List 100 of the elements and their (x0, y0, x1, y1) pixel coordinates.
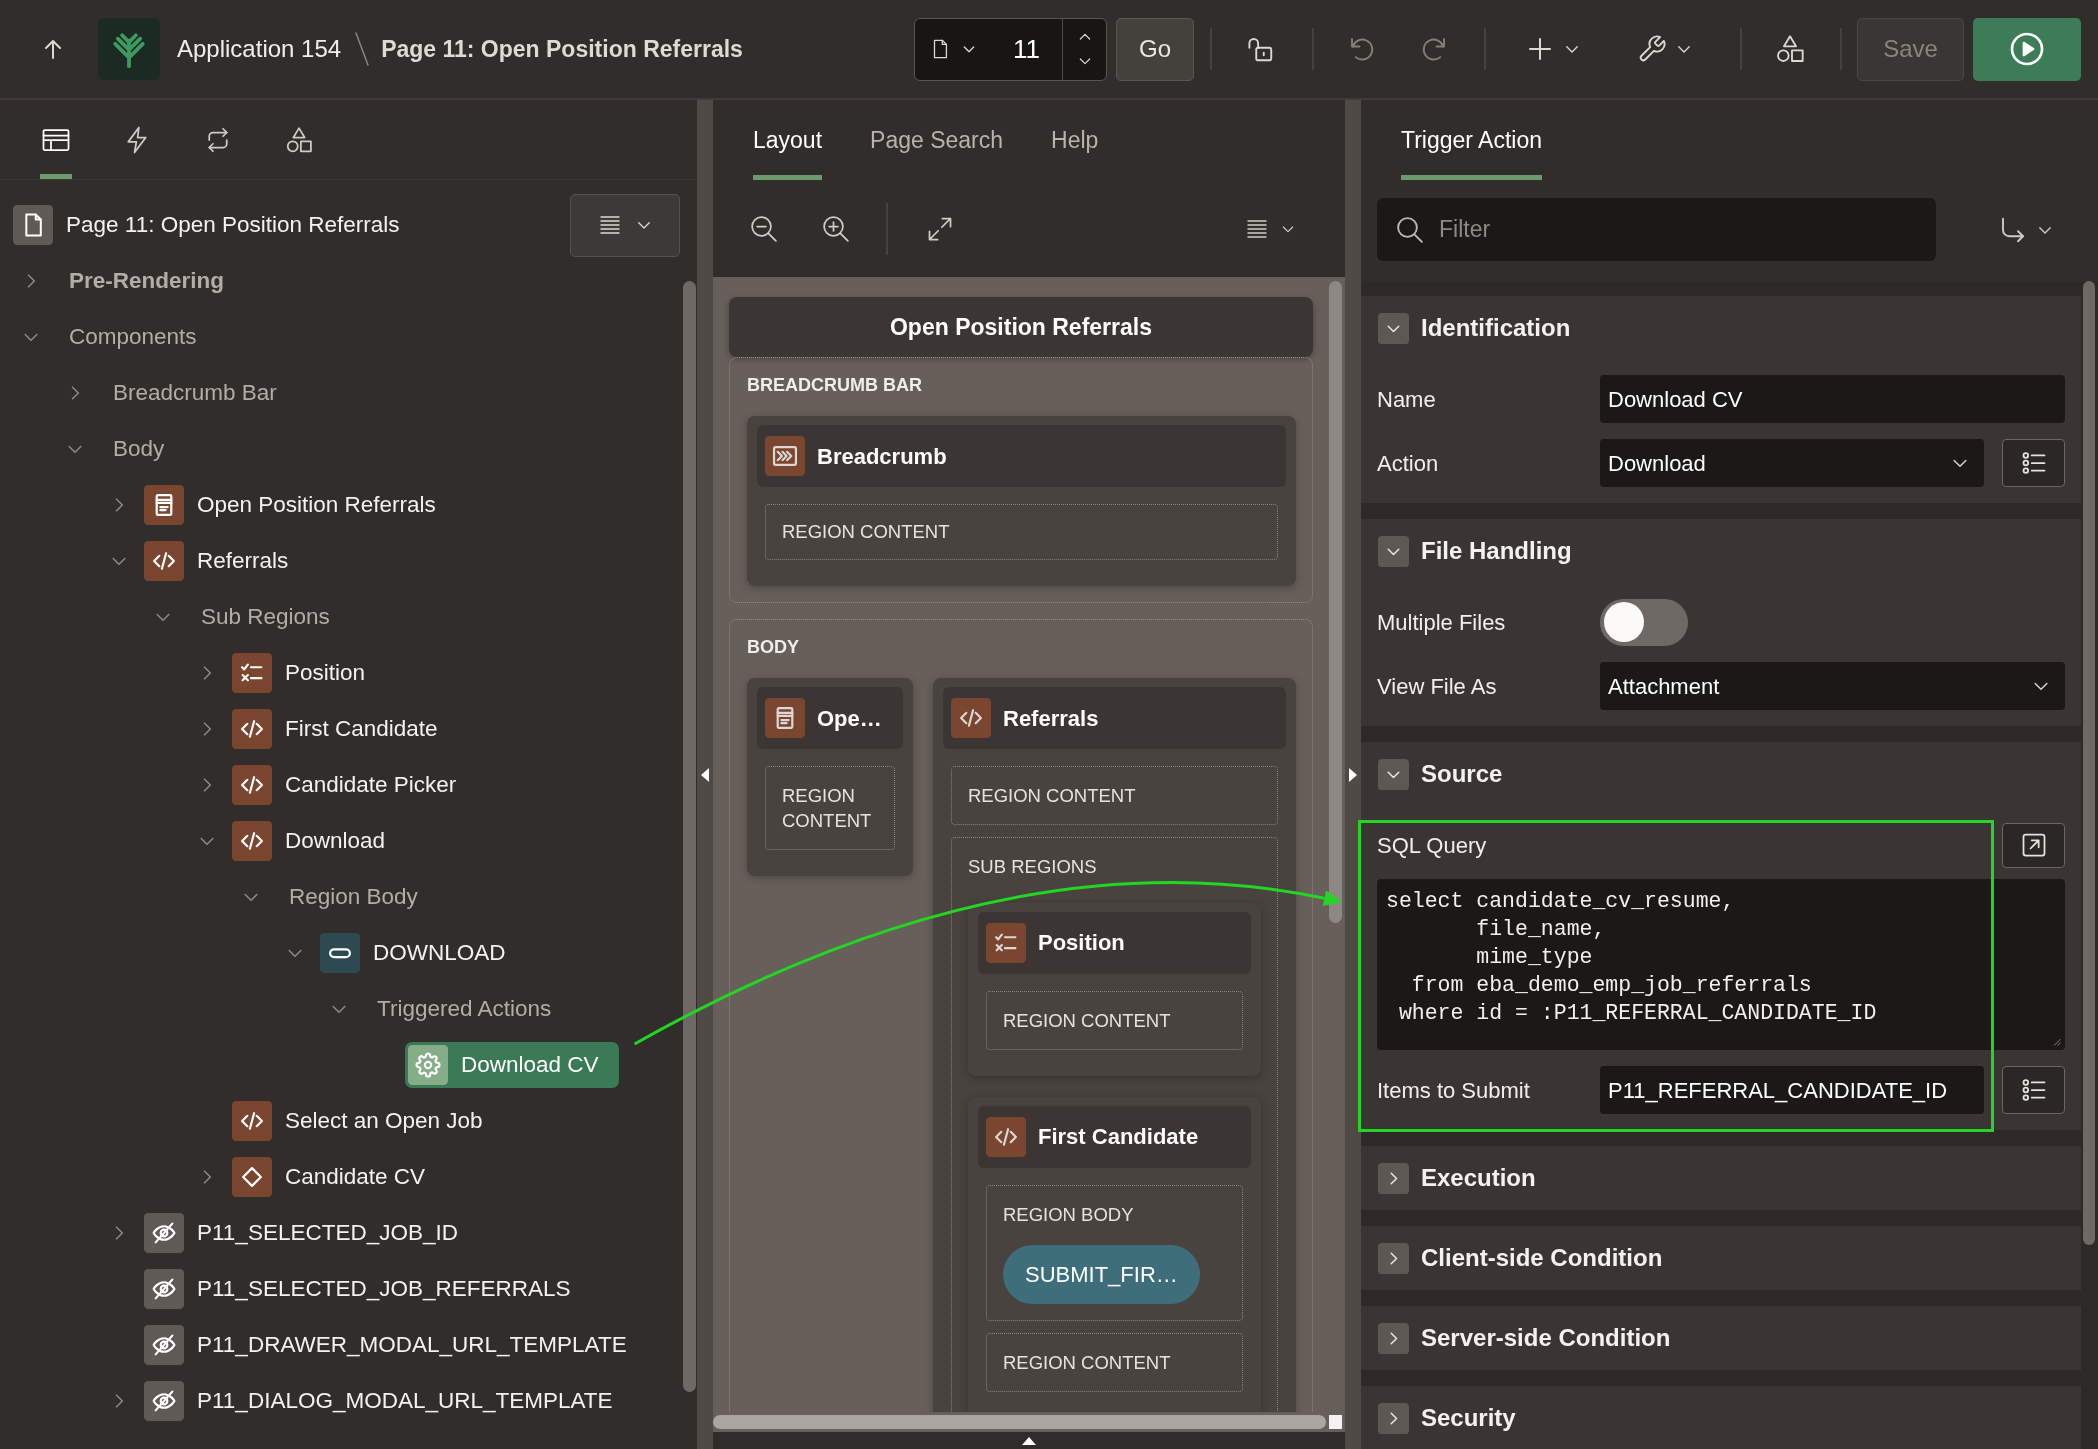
field-label: Name (1377, 385, 1437, 414)
code-icon (232, 709, 272, 749)
slot-label: REGION CONTENT (1003, 1351, 1172, 1375)
chevron-down-icon[interactable] (1378, 758, 1409, 790)
triangle-left-icon[interactable] (701, 767, 709, 782)
section-title: Source (1421, 759, 1503, 789)
gear-icon (408, 1045, 448, 1085)
position-label: BREADCRUMB BAR (747, 374, 923, 396)
app-name[interactable]: Application 154 (177, 31, 342, 67)
go-button[interactable]: Go (1116, 17, 1194, 81)
filter-field[interactable]: Filter (1377, 198, 1936, 261)
code-icon (232, 821, 272, 861)
scroll-corner (1329, 1415, 1342, 1429)
eye-slash-icon (144, 1325, 184, 1365)
dropdown-field[interactable]: Download (1600, 439, 1984, 487)
section-title: Server-side Condition (1421, 1323, 1671, 1353)
slot-label: REGION CONTENT (782, 521, 951, 543)
tree-item[interactable]: Pre-Rendering (66, 261, 245, 301)
logo-icon (98, 18, 160, 80)
tree-item[interactable]: Position (229, 650, 386, 696)
scrollbar-thumb[interactable] (1329, 281, 1342, 923)
scrollbar-thumb[interactable] (713, 1415, 1326, 1429)
tree-item[interactable]: Sub Regions (198, 597, 350, 637)
section-title: Client-side Condition (1421, 1243, 1663, 1273)
checklist-icon (986, 923, 1026, 963)
button-shape-icon (320, 933, 360, 973)
chevron-right-icon[interactable] (1378, 1322, 1409, 1354)
search-icon (1395, 214, 1425, 245)
tree-item[interactable]: Breadcrumb Bar (110, 373, 297, 413)
tree-item[interactable]: Candidate Picker (229, 762, 477, 808)
tree-item[interactable]: Open Position Referrals (141, 482, 456, 528)
tree-item[interactable]: Region Body (286, 877, 438, 917)
tree-item[interactable]: Select an Open Job (229, 1098, 503, 1144)
scrollbar-thumb[interactable] (2083, 281, 2095, 1245)
tree-item[interactable]: Components (66, 317, 217, 357)
wrench-icon[interactable] (1637, 34, 1667, 64)
zoom-out-icon[interactable] (749, 213, 779, 244)
tree-item[interactable]: Candidate CV (229, 1154, 446, 1200)
section-title: Identification (1421, 313, 1571, 343)
pill-button[interactable]: SUBMIT_FIR… (1003, 1245, 1200, 1304)
chevron-right-icon[interactable] (1378, 1402, 1409, 1434)
scrollbar-thumb[interactable] (683, 281, 696, 1392)
list-picker-button[interactable] (2002, 439, 2065, 487)
field-label: SQL Query (1377, 831, 1488, 860)
tree-item[interactable]: Body (110, 429, 185, 469)
panel-tab[interactable]: Layout (753, 100, 823, 180)
page-number-field[interactable]: 11 (991, 18, 1062, 80)
page-title-bar: Open Position Referrals (729, 297, 1313, 357)
breadcrumb-icon (765, 436, 805, 476)
field-label: Multiple Files (1377, 608, 1507, 637)
eye-slash-icon (144, 1213, 184, 1253)
run-button[interactable] (1973, 17, 2081, 81)
code-icon (951, 698, 991, 738)
triangle-right-icon[interactable] (1349, 767, 1357, 782)
panel-tab[interactable]: Page Search (870, 100, 1004, 180)
toggle-switch[interactable] (1600, 598, 1688, 646)
tree-item[interactable]: P11_SELECTED_JOB_REFERRALS (141, 1266, 591, 1312)
slot-label: SUB REGIONS (968, 855, 1098, 879)
tree-item[interactable]: Download (229, 818, 406, 864)
tree-item[interactable]: Download CV (405, 1042, 619, 1088)
slot-label: REGION CONTENT (1003, 1009, 1172, 1033)
tree-item[interactable]: DOWNLOAD (317, 930, 526, 976)
code-icon (232, 1101, 272, 1141)
tree-item[interactable]: P11_SELECTED_JOB_ID (141, 1210, 478, 1256)
region-title: Breadcrumb (817, 442, 947, 471)
chevron-right-icon[interactable] (1378, 1242, 1409, 1274)
code-icon (986, 1117, 1026, 1157)
checklist-icon (232, 653, 272, 693)
tree-item[interactable]: First Candidate (229, 706, 458, 752)
slot-label: REGION CONTENT (782, 784, 873, 833)
dropdown-field[interactable]: Attachment (1600, 662, 2065, 710)
slot-label: REGION BODY (1003, 1203, 1135, 1227)
text-field[interactable]: P11_REFERRAL_CANDIDATE_ID (1600, 1066, 1984, 1114)
region-title: Ope… (817, 704, 882, 733)
chevron-right-icon[interactable] (1378, 1162, 1409, 1194)
tree-item[interactable]: P11_DIALOG_MODAL_URL_TEMPLATE (141, 1378, 633, 1424)
section-title: Security (1421, 1403, 1516, 1433)
shapes-icon[interactable] (1774, 33, 1806, 65)
section-title: Execution (1421, 1163, 1536, 1193)
region-title: First Candidate (1038, 1126, 1199, 1148)
panel-tab[interactable]: Trigger Action (1401, 100, 1543, 180)
text-field[interactable]: Download CV (1600, 375, 2065, 423)
tree-item[interactable]: Referrals (141, 538, 309, 584)
tree-item[interactable]: Page 11: Open Position Referrals (10, 202, 420, 248)
chevron-down-icon[interactable] (1378, 535, 1409, 567)
expand-editor-button[interactable] (2002, 822, 2065, 868)
position-label: BODY (747, 636, 800, 658)
triangle-up-icon[interactable] (1022, 1436, 1036, 1445)
field-label: View File As (1377, 672, 1498, 701)
zoom-in-icon[interactable] (821, 213, 851, 244)
tree-item[interactable]: P11_DRAWER_MODAL_URL_TEMPLATE (141, 1322, 647, 1368)
page-icon (13, 205, 53, 245)
region-title: Referrals (1003, 704, 1099, 733)
list-picker-button[interactable] (2002, 1066, 2065, 1114)
tree-item[interactable]: Triggered Actions (374, 989, 572, 1029)
menu-button[interactable] (570, 193, 680, 257)
code-icon (144, 541, 184, 581)
code-editor[interactable]: select candidate_cv_resume, file_name, mime_type from eba_demo_emp_job_referrals where id = :P11_REFERRAL_CANDIDATE_ID (1377, 879, 2065, 1050)
panel-tab[interactable]: Help (1051, 100, 1099, 180)
chevron-down-icon[interactable] (1378, 312, 1409, 344)
